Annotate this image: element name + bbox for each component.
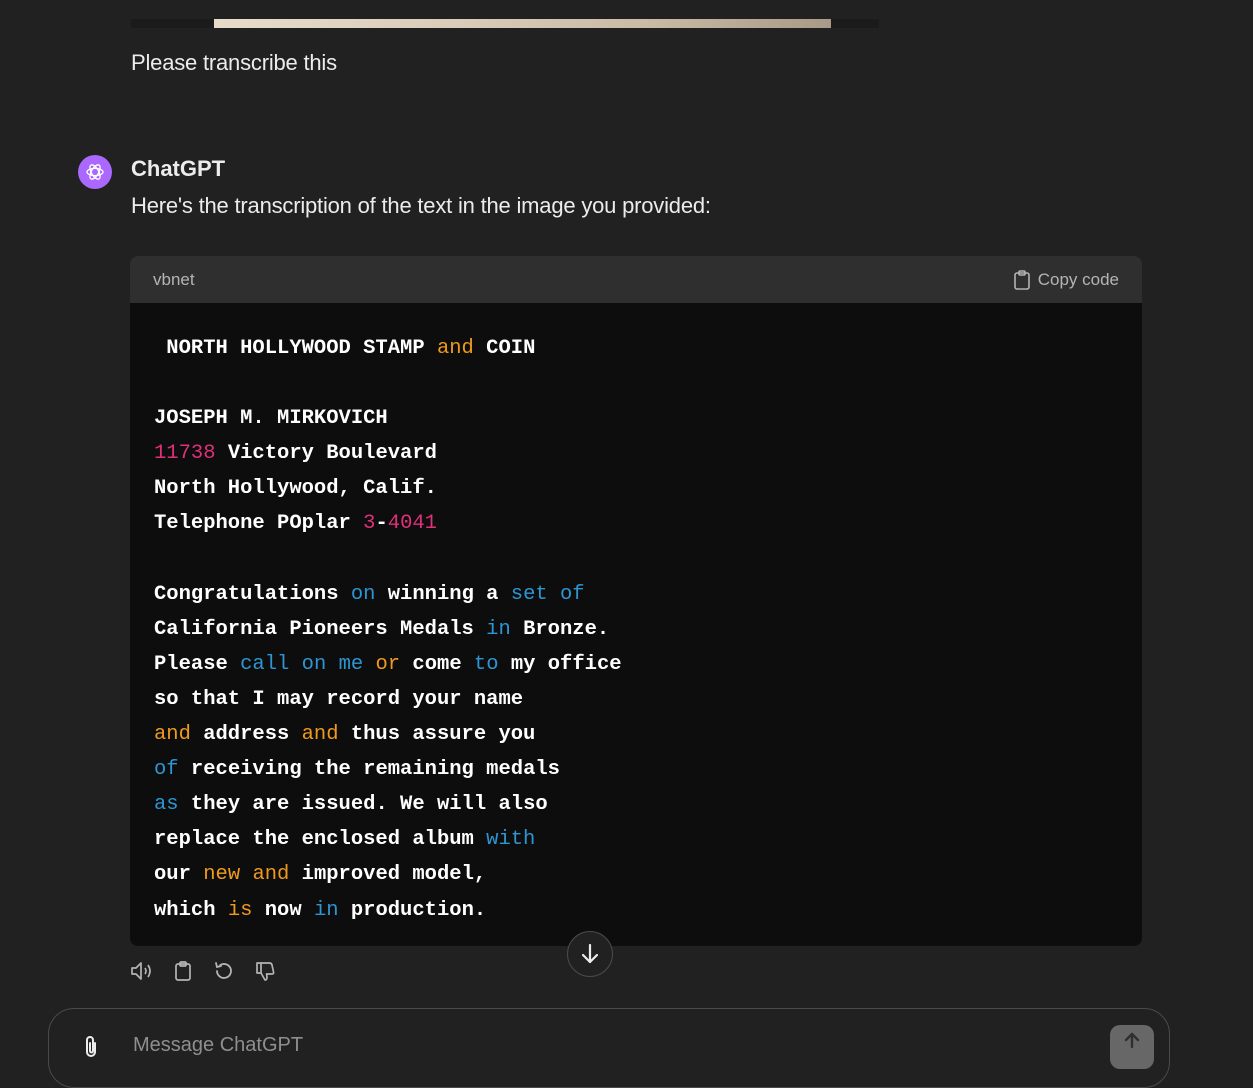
code-token: Victory Boulevard: [215, 442, 437, 466]
bad-response-button[interactable]: [253, 959, 277, 983]
code-block-header: vbnet Copy code: [130, 256, 1142, 303]
assistant-name: ChatGPT: [131, 156, 226, 181]
arrow-down-icon: [581, 943, 599, 964]
regenerate-icon: [215, 962, 232, 979]
code-token: now: [252, 898, 314, 922]
code-token: improved model,: [289, 863, 487, 887]
code-token: Please: [154, 652, 241, 676]
code-line: JOSEPH M. MIRKOVICH: [154, 401, 1118, 436]
code-token: which: [154, 898, 228, 922]
code-token: they are issued. We will also: [178, 793, 548, 817]
message-input[interactable]: [131, 1033, 1035, 1058]
code-line: replace the enclosed album with: [154, 822, 1118, 857]
copy-button[interactable]: [171, 959, 195, 983]
code-token: receiving the remaining medals: [178, 758, 560, 782]
code-token: new: [203, 863, 241, 887]
code-token: -: [375, 512, 388, 536]
code-line: Please call on me or come to my office: [154, 647, 1118, 682]
code-token: production.: [338, 898, 487, 922]
code-token: 11738: [154, 442, 216, 466]
code-token: JOSEPH M. MIRKOVICH: [154, 407, 388, 431]
code-token: so that I may record your name: [154, 687, 524, 711]
attached-image-strip[interactable]: [131, 19, 879, 28]
code-token: come: [400, 652, 474, 676]
code-token: thus assure you: [338, 723, 536, 747]
code-language: vbnet: [153, 269, 195, 289]
code-token: California Pioneers Medals: [154, 617, 487, 641]
code-line: so that I may record your name: [154, 682, 1118, 717]
scroll-to-bottom-button[interactable]: [567, 931, 613, 977]
code-token: NORTH HOLLYWOOD STAMP: [154, 337, 437, 360]
code-token: COIN: [473, 337, 536, 360]
code-token: with: [486, 828, 536, 852]
code-line: 11738 Victory Boulevard: [154, 436, 1118, 471]
code-line: our new and improved model,: [154, 857, 1118, 892]
attach-button[interactable]: [83, 1033, 99, 1064]
code-token: Telephone POplar: [154, 512, 364, 536]
copy-code-label: Copy code: [1037, 269, 1119, 289]
code-line: and address and thus assure you: [154, 717, 1118, 752]
paperclip-icon: [86, 1036, 96, 1057]
code-token: me: [338, 652, 364, 676]
code-block: vbnet Copy code NORTH HOLLYWOOD STAMP an…: [130, 256, 1142, 946]
code-token: in: [313, 898, 339, 922]
code-line: as they are issued. We will also: [154, 787, 1118, 822]
code-token: my office: [498, 652, 622, 676]
code-token: set: [510, 582, 548, 606]
code-token: Bronze.: [510, 617, 610, 641]
openai-logo-icon: [86, 164, 104, 180]
code-token: of: [154, 758, 179, 782]
arrow-up-icon: [1124, 1032, 1140, 1049]
code-token: call: [240, 652, 290, 676]
code-token: to: [473, 652, 499, 676]
code-token: winning a: [375, 582, 511, 606]
code-token: 3: [363, 512, 376, 536]
code-token: Congratulations: [154, 582, 351, 606]
code-line: Telephone POplar 3-4041: [154, 506, 1118, 541]
copy-code-button[interactable]: Copy code: [1013, 270, 1119, 290]
user-message: Please transcribe this: [131, 50, 337, 75]
code-content: NORTH HOLLYWOOD STAMP and COIN JOSEPH M.…: [130, 303, 1142, 928]
chatgpt-avatar: [78, 155, 112, 189]
code-token: address: [190, 723, 302, 747]
clipboard-icon: [1013, 269, 1030, 290]
code-line: California Pioneers Medals in Bronze.: [154, 612, 1118, 647]
code-token: replace the enclosed album: [154, 828, 487, 852]
code-token: North Hollywood, Calif.: [154, 477, 437, 501]
regenerate-button[interactable]: [212, 959, 236, 983]
message-actions: [130, 959, 277, 983]
code-line: of receiving the remaining medals: [154, 752, 1118, 787]
read-aloud-button[interactable]: [130, 959, 154, 983]
code-token: and: [301, 723, 339, 747]
code-token: of: [560, 582, 585, 606]
code-line: North Hollywood, Calif.: [154, 471, 1118, 506]
code-token: on: [301, 652, 327, 676]
code-line: which is now in production.: [154, 893, 1118, 928]
send-button[interactable]: [1110, 1025, 1154, 1069]
code-token: in: [486, 617, 511, 641]
code-token: our: [154, 863, 204, 887]
copy-icon: [175, 961, 191, 981]
message-composer: [48, 1008, 1170, 1088]
code-token: or: [375, 652, 401, 676]
thumbs-down-icon: [256, 962, 275, 981]
code-token: is: [227, 898, 253, 922]
assistant-intro: Here's the transcription of the text in …: [131, 193, 711, 218]
code-line: NORTH HOLLYWOOD STAMP and COIN: [154, 331, 1118, 366]
code-line: Congratulations on winning a set of: [154, 577, 1118, 612]
code-token: and: [436, 337, 474, 360]
code-token: and: [252, 863, 290, 887]
code-token: as: [154, 793, 179, 817]
code-token: 4041: [387, 512, 437, 536]
code-token: and: [154, 723, 191, 747]
code-token: on: [350, 582, 376, 606]
read-aloud-icon: [131, 962, 151, 980]
